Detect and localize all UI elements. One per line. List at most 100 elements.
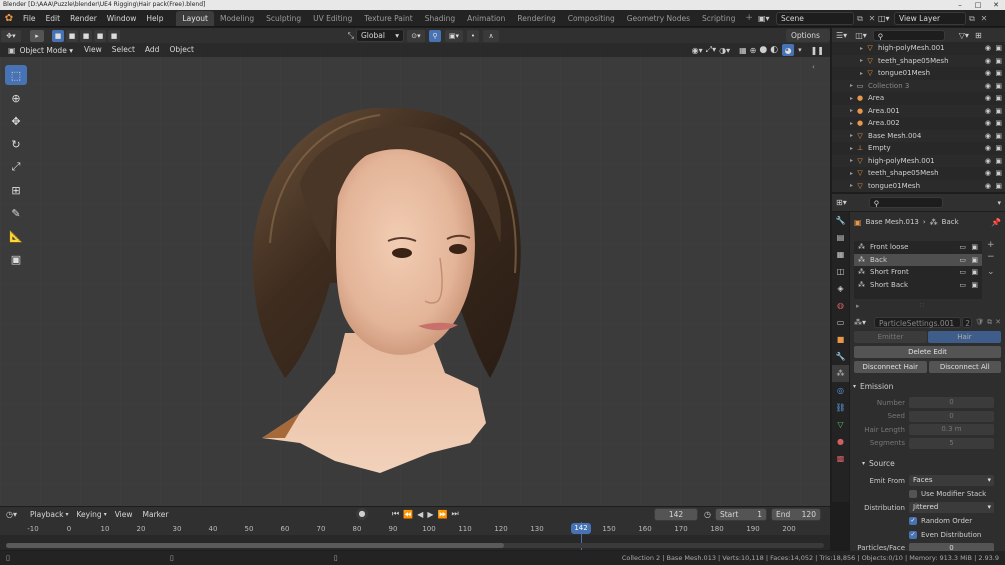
expand-arrow-icon[interactable]: ▸ — [850, 120, 853, 127]
select-tool-icon[interactable]: ▸ — [30, 29, 44, 42]
add-cube-tool-icon[interactable]: ▣ — [5, 249, 27, 269]
list-specials-icon[interactable]: ⌄ — [987, 266, 995, 278]
output-tab-icon[interactable]: ▦ — [832, 246, 849, 263]
show-render-icon[interactable]: ▣ — [971, 281, 978, 289]
visibility-eye-icon[interactable]: ◉ — [985, 132, 991, 140]
expand-arrow-icon[interactable]: ▸ — [850, 132, 853, 139]
maximize-icon[interactable]: □ — [969, 0, 987, 10]
tab-layout[interactable]: Layout — [176, 11, 214, 26]
gizmo-icon[interactable]: ⤢▾ — [706, 45, 716, 55]
tab-animation[interactable]: Animation — [461, 11, 511, 26]
render-camera-icon[interactable]: ▣ — [995, 69, 1002, 77]
timeline-menu-keying[interactable]: Keying — [71, 507, 106, 522]
menu-edit[interactable]: Edit — [41, 10, 66, 27]
viewport-visibility-icon[interactable]: ◉▾ — [692, 46, 703, 55]
expand-arrow-icon[interactable]: ▸ — [850, 157, 853, 164]
outliner-row[interactable]: ▸ ▽ tongue01Mesh ◉ ▣ — [832, 67, 1005, 80]
show-viewport-icon[interactable]: ▭ — [959, 268, 966, 276]
outliner-row[interactable]: ▸ ▽ high-polyMesh.001 ◉ ▣ — [832, 154, 1005, 167]
shading-material-icon[interactable]: ◐ — [770, 45, 778, 55]
expand-arrow-icon[interactable]: ▸ — [850, 145, 853, 152]
copy-view-layer-icon[interactable]: ⧉ — [966, 14, 978, 24]
timeline-menu-playback[interactable]: Playback — [25, 507, 68, 522]
data-tab-icon[interactable]: ▽ — [832, 416, 849, 433]
outliner-row[interactable]: ▸ ● Area.002 ◉ ▣ — [832, 117, 1005, 130]
transform-orientation-dropdown[interactable]: Global ▾ — [356, 29, 404, 42]
visibility-eye-icon[interactable]: ◉ — [985, 57, 991, 65]
proportional-edit-icon[interactable]: • — [467, 29, 479, 42]
select-mode-intersect-icon[interactable]: ■ — [108, 29, 120, 42]
emission-field[interactable]: 0.3 m — [909, 424, 994, 436]
material-tab-icon[interactable]: ● — [832, 433, 849, 450]
menu-render[interactable]: Render — [65, 10, 102, 27]
visibility-eye-icon[interactable]: ◉ — [985, 107, 991, 115]
shading-wireframe-icon[interactable]: ⊕ — [750, 46, 757, 55]
transform-tool-icon[interactable]: ⊞ — [5, 180, 27, 200]
outliner-row[interactable]: ▸ ▽ tongue01Mesh ◉ ▣ — [832, 179, 1005, 192]
scene-icon[interactable]: ▣▾ — [758, 14, 776, 23]
render-camera-icon[interactable]: ▣ — [995, 157, 1002, 165]
render-camera-icon[interactable]: ▣ — [995, 182, 1002, 190]
tab-shading[interactable]: Shading — [419, 11, 461, 26]
render-camera-icon[interactable]: ▣ — [995, 132, 1002, 140]
render-tab-icon[interactable]: ▤ — [832, 229, 849, 246]
viewport-menu-object[interactable]: Object — [164, 43, 198, 57]
viewport-menu-add[interactable]: Add — [140, 43, 165, 57]
visibility-eye-icon[interactable]: ◉ — [985, 182, 991, 190]
show-viewport-icon[interactable]: ▭ — [959, 243, 966, 251]
tab-scripting[interactable]: Scripting — [696, 11, 741, 26]
render-camera-icon[interactable]: ▣ — [995, 57, 1002, 65]
scrollbar-thumb[interactable] — [6, 543, 504, 548]
tab-geometry-nodes[interactable]: Geometry Nodes — [621, 11, 696, 26]
render-camera-icon[interactable]: ▣ — [995, 94, 1002, 102]
expand-arrow-icon[interactable]: ▸ — [850, 170, 853, 177]
timeline-area[interactable]: -10 0 10 20 30 40 50 60 70 80 90 100 110 120 130 150 160… — [0, 522, 830, 550]
remove-particle-system-icon[interactable]: − — [987, 251, 995, 263]
expand-arrow-icon[interactable]: ▸ — [850, 95, 853, 102]
visibility-eye-icon[interactable]: ◉ — [985, 82, 991, 90]
scene-tab-icon[interactable]: ◈ — [832, 280, 849, 297]
tab-texture-paint[interactable]: Texture Paint — [358, 11, 418, 26]
expand-arrow-icon[interactable]: ▸ — [850, 182, 853, 189]
pause-render-icon[interactable]: ❚❚ — [811, 46, 824, 55]
constraints-tab-icon[interactable]: ⛓ — [832, 399, 849, 416]
even-distribution-checkbox[interactable]: ✓ — [909, 530, 917, 539]
expand-arrow-icon[interactable]: ▸ — [850, 107, 853, 114]
object-tab-icon[interactable]: ■ — [832, 331, 849, 348]
object-mode-dropdown[interactable]: Object Mode ▾ — [20, 46, 73, 55]
select-mode-invert-icon[interactable]: ■ — [94, 29, 106, 42]
timeline-menu-view[interactable]: View — [110, 507, 138, 522]
show-viewport-icon[interactable]: ▭ — [959, 256, 966, 264]
timeline-menu-marker[interactable]: Marker — [138, 507, 174, 522]
viewport-menu-select[interactable]: Select — [107, 43, 140, 57]
disconnect-hair-button[interactable]: Disconnect Hair — [854, 361, 927, 373]
particle-settings-icon[interactable]: ⁂▾ — [854, 318, 868, 327]
play-icon[interactable]: ▶ — [427, 510, 433, 519]
menu-help[interactable]: Help — [141, 10, 168, 27]
settings-users-count[interactable]: 2 — [962, 316, 973, 328]
auto-keying-icon[interactable]: ● — [356, 508, 368, 520]
blender-logo-icon[interactable]: ✿ — [0, 13, 18, 24]
add-workspace-icon[interactable]: + — [745, 13, 753, 23]
tab-rendering[interactable]: Rendering — [511, 11, 561, 26]
editor-type-icon[interactable]: ✥▾ — [1, 29, 21, 42]
select-mode-subtract-icon[interactable]: ■ — [80, 29, 92, 42]
xray-icon[interactable]: ▦ — [739, 46, 747, 55]
jump-keyframe-back-icon[interactable]: ⏪ — [403, 510, 413, 519]
list-resize-handle[interactable]: ∷ — [920, 302, 924, 309]
particle-system-list[interactable]: ⁂ Front loose ▭ ▣ ⁂ Back ▭ ▣ ⁂ Short Front ▭ ▣ ⁂ Shor… — [854, 241, 982, 299]
disconnect-all-button[interactable]: Disconnect All — [928, 361, 1001, 373]
tab-modeling[interactable]: Modeling — [214, 11, 260, 26]
fake-user-icon[interactable]: 🛡 — [975, 318, 984, 326]
menu-window[interactable]: Window — [102, 10, 142, 27]
outliner-row[interactable]: ▸ ▽ teeth_shape05Mesh ◉ ▣ — [832, 167, 1005, 180]
visibility-eye-icon[interactable]: ◉ — [985, 144, 991, 152]
playhead-marker[interactable]: 142 — [571, 523, 591, 534]
outliner-row[interactable]: ▸ ⊥ Empty ◉ ▣ — [832, 142, 1005, 155]
start-frame-field[interactable]: Start 1 — [714, 508, 767, 521]
emission-field[interactable]: 5 — [909, 437, 994, 449]
properties-options-icon[interactable]: ▾ — [997, 199, 1001, 207]
annotate-tool-icon[interactable]: ✎ — [5, 203, 27, 223]
expand-arrow-icon[interactable]: ▸ — [850, 82, 853, 89]
random-order-checkbox[interactable]: ✓ — [909, 517, 917, 526]
